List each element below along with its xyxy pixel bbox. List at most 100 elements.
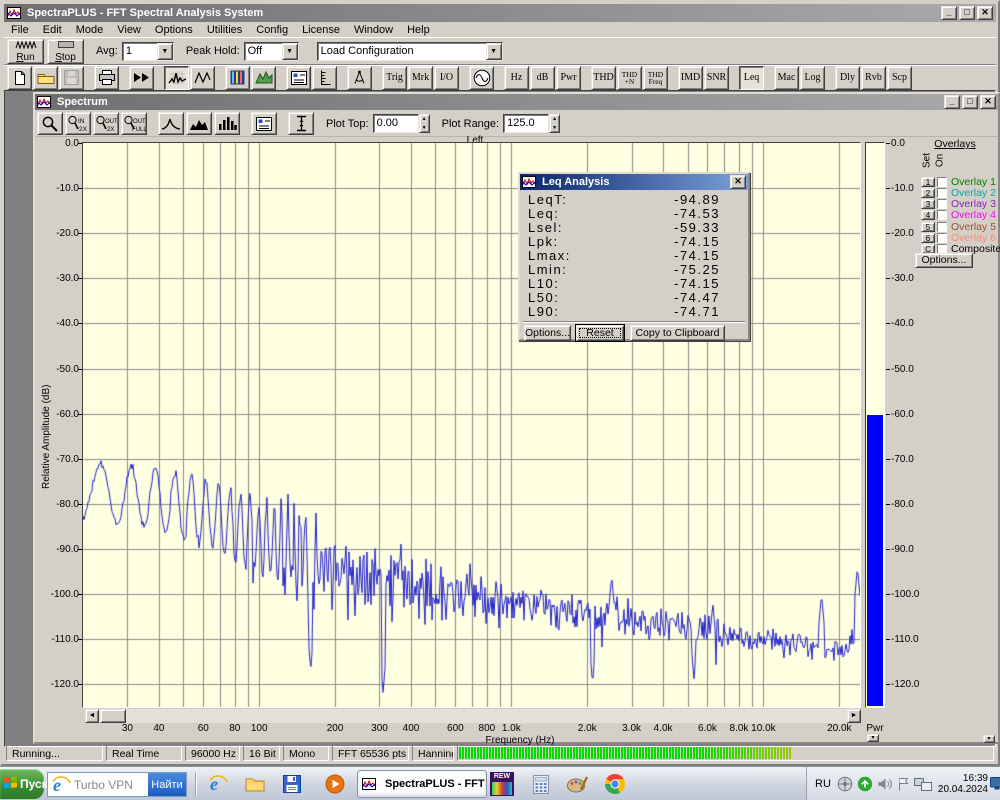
logging-button[interactable]: Log — [800, 66, 825, 90]
plot-top-spinner[interactable]: ▲▼ — [419, 114, 430, 133]
markers-button[interactable]: Mrk — [408, 66, 433, 90]
leq-button[interactable]: Leq — [739, 66, 764, 90]
print-button[interactable] — [94, 66, 119, 90]
spectrum-view-button[interactable] — [164, 66, 189, 90]
peak-hold-combo[interactable]: Off ▼ — [244, 42, 299, 61]
chevron-down-icon[interactable]: ▼ — [157, 43, 173, 60]
rew-icon[interactable]: REW — [490, 772, 514, 796]
overlay-checkbox-3[interactable] — [937, 199, 947, 209]
overlay-set-button-2[interactable]: 2 — [921, 188, 935, 198]
fast-forward-button[interactable] — [129, 66, 154, 90]
overlay-set-button-5[interactable]: 5 — [921, 222, 935, 232]
signal-generator-button[interactable] — [469, 66, 494, 90]
overlay-set-button-3[interactable]: 3 — [921, 199, 935, 209]
thd-n-button[interactable]: THD+N — [617, 66, 642, 90]
flag-icon[interactable] — [897, 777, 910, 791]
avg-combo[interactable]: 1 ▼ — [122, 42, 174, 61]
thd-button[interactable]: THD — [591, 66, 616, 90]
io-device-button[interactable]: I/O — [434, 66, 459, 90]
menu-config[interactable]: Config — [249, 23, 295, 37]
overlay-checkbox-4[interactable] — [937, 210, 947, 220]
magnifier-icon[interactable] — [37, 112, 63, 135]
plot-top-input[interactable]: 0.00 — [373, 114, 419, 133]
chevron-down-icon[interactable]: ▼ — [486, 43, 502, 60]
plot-range-spinner[interactable]: ▲▼ — [549, 114, 560, 133]
paint-icon[interactable] — [566, 773, 588, 795]
macro-button[interactable]: Mac — [774, 66, 799, 90]
menu-options[interactable]: Options — [148, 23, 200, 37]
menu-help[interactable]: Help — [400, 23, 437, 37]
start-button[interactable]: Пуск — [0, 769, 44, 799]
minimize-button[interactable]: _ — [944, 95, 960, 109]
resize-grip[interactable]: ▾ — [983, 735, 995, 743]
minimize-button[interactable]: _ — [941, 6, 957, 20]
menu-utilities[interactable]: Utilities — [200, 23, 249, 37]
reverb-button[interactable]: Rvb — [861, 66, 886, 90]
chrome-icon[interactable] — [604, 773, 626, 795]
db-units-button[interactable]: dB — [530, 66, 555, 90]
frequency-scrollbar[interactable]: ◄ ► — [85, 709, 861, 723]
hz-units-button[interactable]: Hz — [504, 66, 529, 90]
load-configuration-combo[interactable]: Load Configuration ▼ — [317, 42, 503, 61]
leq-copy-button[interactable]: Copy to Clipboard — [630, 325, 725, 341]
pwr-units-button[interactable]: Pwr — [556, 66, 581, 90]
imd-button[interactable]: IMD — [678, 66, 703, 90]
menu-view[interactable]: View — [110, 23, 148, 37]
network-icon[interactable] — [914, 777, 932, 791]
snr-button[interactable]: SNR — [704, 66, 729, 90]
search-go-button[interactable]: Найти — [148, 773, 186, 796]
scroll-right-arrow-icon[interactable]: ► — [847, 709, 861, 723]
bar-plot-button[interactable] — [214, 112, 240, 135]
floppy-icon[interactable] — [281, 773, 303, 795]
overlay-options-button[interactable]: Options... — [915, 253, 973, 268]
scaling-button[interactable] — [312, 66, 337, 90]
trigger-button[interactable]: Trig — [382, 66, 407, 90]
scrollbar-thumb[interactable] — [100, 709, 126, 723]
close-icon[interactable]: ✕ — [730, 175, 746, 189]
calipers-button[interactable] — [347, 66, 372, 90]
search-band[interactable]: e Turbo VPN Найти — [47, 772, 187, 797]
update-icon[interactable] — [857, 776, 873, 792]
scope-button[interactable]: Scp — [887, 66, 912, 90]
ie-icon[interactable]: e — [207, 773, 229, 795]
autoscale-button[interactable] — [288, 112, 314, 135]
close-button[interactable]: ✕ — [980, 95, 996, 109]
maximize-button[interactable]: □ — [959, 6, 975, 20]
search-input[interactable]: Turbo VPN — [71, 778, 148, 792]
display-options-button[interactable] — [251, 112, 277, 135]
surface-view-button[interactable] — [251, 66, 276, 90]
calculator-icon[interactable] — [530, 773, 552, 795]
overlay-checkbox-5[interactable] — [937, 222, 947, 232]
stop-button[interactable]: Stop — [47, 39, 84, 64]
wheel-icon[interactable] — [837, 776, 853, 792]
new-file-button[interactable] — [7, 66, 32, 90]
chevron-down-icon[interactable]: ▼ — [282, 43, 298, 60]
leq-options-button[interactable]: Options... — [524, 325, 571, 341]
time-series-view-button[interactable] — [190, 66, 215, 90]
spectrogram-view-button[interactable] — [225, 66, 250, 90]
zoom-out-full-button[interactable]: OUTFULL — [121, 112, 147, 135]
folder-icon[interactable] — [244, 773, 266, 795]
overlay-checkbox-1[interactable] — [937, 177, 947, 187]
menu-mode[interactable]: Mode — [69, 23, 111, 37]
line-plot-button[interactable] — [158, 112, 184, 135]
menu-file[interactable]: File — [4, 23, 36, 37]
show-desktop-icon[interactable] — [990, 777, 1000, 790]
overlay-set-button-1[interactable]: 1 — [921, 177, 935, 187]
overlay-checkbox-6[interactable] — [937, 233, 947, 243]
close-button[interactable]: ✕ — [977, 6, 993, 20]
leq-reset-button[interactable]: Reset — [576, 325, 624, 341]
menu-window[interactable]: Window — [347, 23, 400, 37]
zoom-out-2x-button[interactable]: OUT2X — [93, 112, 119, 135]
media-player-icon[interactable] — [324, 773, 346, 795]
delay-button[interactable]: Dly — [835, 66, 860, 90]
menu-license[interactable]: License — [295, 23, 347, 37]
open-file-button[interactable] — [33, 66, 58, 90]
menu-edit[interactable]: Edit — [36, 23, 69, 37]
taskbar-task-spectraplus[interactable]: SpectraPLUS - FFT ... — [357, 770, 487, 798]
plot-range-input[interactable]: 125.0 — [503, 114, 549, 133]
display-options-button[interactable] — [286, 66, 311, 90]
language-indicator[interactable]: RU — [815, 778, 831, 790]
save-file-button[interactable] — [59, 66, 84, 90]
volume-icon[interactable] — [877, 777, 893, 791]
